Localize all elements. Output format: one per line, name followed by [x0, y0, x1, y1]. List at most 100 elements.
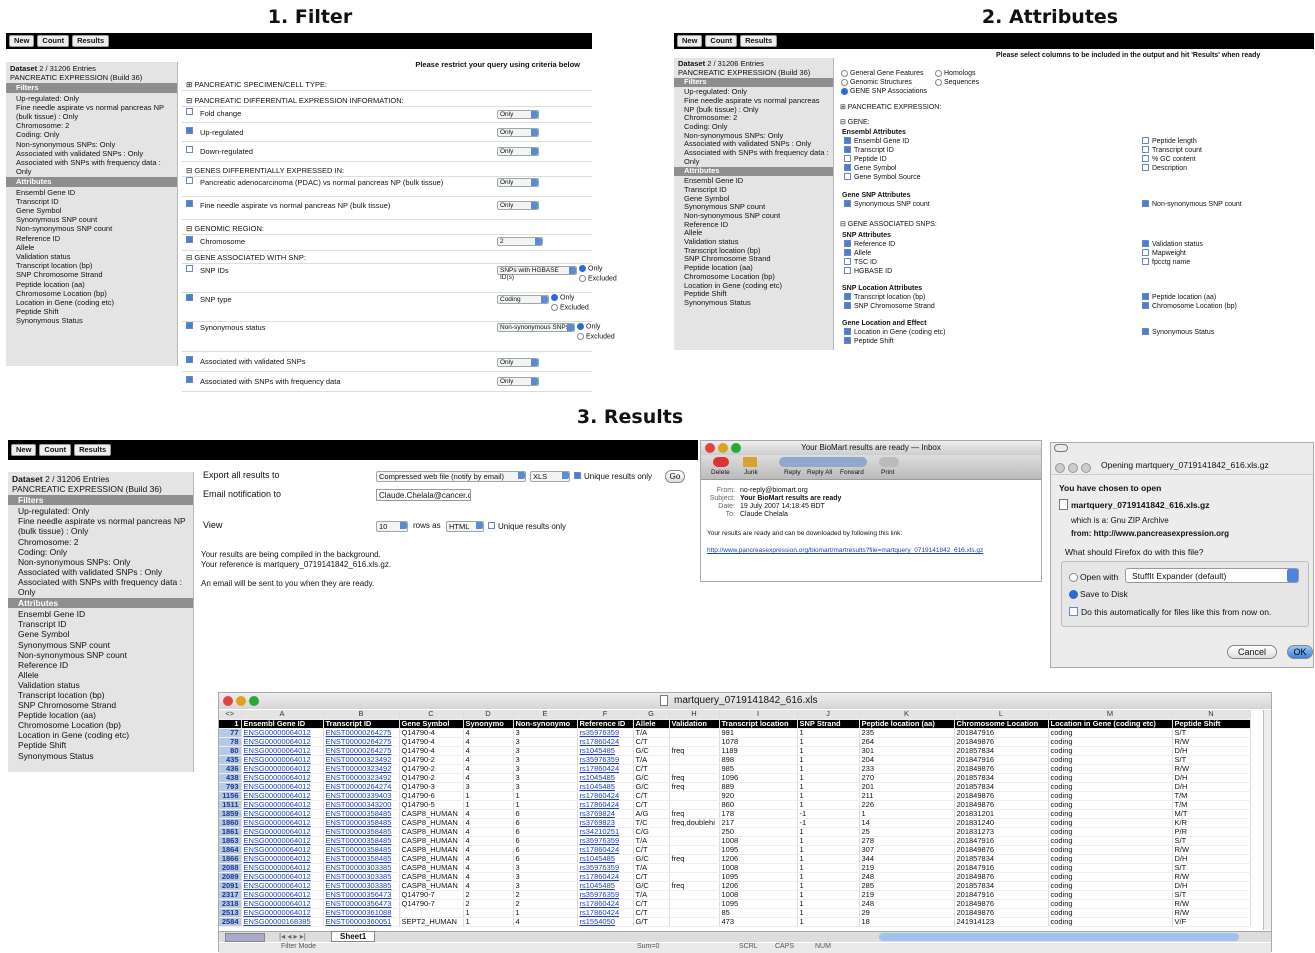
table-cell[interactable]: 248 — [859, 899, 955, 909]
spreadsheet-table[interactable]: <> A B C D E F G H I J K L M N 1 Ensembl Gene ID Transcri… — [219, 710, 1251, 927]
snp-ids-excluded-radio[interactable]: Excluded — [579, 275, 617, 282]
table-cell[interactable]: M/T — [1172, 809, 1251, 819]
zoom-icon[interactable] — [249, 696, 259, 706]
section-pancreatic-expression[interactable]: ⊞ PANCREATIC EXPRESSION: — [840, 103, 941, 112]
sidebar-attr-item[interactable]: Chromosome Location (bp) — [12, 720, 189, 730]
table-cell[interactable]: 4 — [463, 818, 514, 828]
table-cell[interactable]: 2 — [463, 890, 514, 900]
table-cell[interactable]: 6 — [513, 809, 578, 819]
table-cell[interactable]: 3 — [513, 764, 578, 774]
down-regulated-checkbox[interactable] — [186, 146, 193, 153]
table-cell[interactable]: freq,doublehi — [669, 818, 720, 828]
sheet-tab[interactable]: Sheet1 — [331, 931, 376, 942]
sidebar-attr-item[interactable]: Chromosome Location (bp) — [10, 289, 173, 298]
down-regulated-select[interactable]: Only — [497, 147, 539, 156]
row-number[interactable]: 1861 — [219, 827, 242, 837]
column-letter[interactable]: C — [399, 710, 464, 720]
sidebar-attr-item[interactable]: Synonymous SNP count — [12, 640, 189, 650]
attr-peptide-location[interactable]: Peptide location (aa) — [1142, 292, 1216, 302]
table-cell[interactable]: K/R — [1172, 818, 1251, 828]
table-cell[interactable]: G/C — [633, 881, 670, 891]
validated-checkbox[interactable] — [186, 356, 193, 363]
table-cell[interactable]: 1008 — [719, 863, 798, 873]
table-cell[interactable]: ENST00000358485 — [323, 818, 400, 828]
table-cell[interactable]: G/C — [633, 854, 670, 864]
sidebar-filter-item[interactable]: Associated with SNPs with frequency data… — [12, 577, 189, 597]
attr-chrom-location[interactable]: Chromosome Location (bp) — [1142, 301, 1237, 311]
sidebar-filter-item[interactable]: Coding: Only — [10, 130, 173, 139]
sidebar-attr-item[interactable]: Transcript location (bp) — [10, 261, 173, 270]
attr-hgbase-id[interactable]: HGBASE ID — [844, 266, 892, 276]
table-cell[interactable] — [669, 917, 720, 927]
zoom-icon[interactable] — [1081, 463, 1091, 473]
table-cell[interactable]: 3 — [513, 755, 578, 765]
row-number[interactable]: 438 — [219, 773, 242, 783]
table-cell[interactable]: D/H — [1172, 746, 1251, 756]
freq-select[interactable]: Only — [497, 377, 539, 386]
sidebar-attr-item[interactable]: Location in Gene (coding etc) — [12, 730, 189, 740]
table-cell[interactable]: coding — [1048, 791, 1173, 801]
snp-type-checkbox[interactable] — [186, 294, 193, 301]
table-cell[interactable]: 344 — [859, 854, 955, 864]
attr-synonymous-status[interactable]: Synonymous Status — [1142, 327, 1214, 337]
attr-validation-status[interactable]: Validation status — [1142, 239, 1203, 249]
sidebar-attr-item[interactable]: Peptide location (aa) — [10, 280, 173, 289]
table-cell[interactable]: ENST00000303385 — [323, 863, 400, 873]
column-letter[interactable]: L — [954, 710, 1049, 720]
table-cell[interactable]: R/W — [1172, 908, 1251, 918]
table-cell[interactable]: 29 — [859, 908, 955, 918]
cancel-button[interactable]: Cancel — [1227, 645, 1277, 659]
table-cell[interactable]: 6 — [513, 854, 578, 864]
table-cell[interactable]: G/C — [633, 782, 670, 792]
table-cell[interactable]: R/W — [1172, 737, 1251, 747]
sidebar-filter-item[interactable]: Fine needle aspirate vs normal pancreas … — [10, 103, 173, 121]
table-cell[interactable]: ENST00000358485 — [323, 845, 400, 855]
table-cell[interactable]: Q14790-2 — [399, 755, 464, 765]
app-select-arrow-icon[interactable] — [1287, 569, 1298, 582]
row-number[interactable]: 1864 — [219, 845, 242, 855]
table-cell[interactable]: Q14790-7 — [399, 890, 464, 900]
column-letter[interactable]: F — [577, 710, 634, 720]
table-cell[interactable]: coding — [1048, 728, 1173, 738]
table-cell[interactable]: 860 — [719, 800, 798, 810]
attr-peptide-shift[interactable]: Peptide Shift — [844, 336, 894, 346]
table-cell[interactable]: 6 — [513, 845, 578, 855]
table-cell[interactable]: 201849876 — [954, 899, 1049, 909]
table-cell[interactable]: 201847916 — [954, 836, 1049, 846]
sidebar-filter-item[interactable]: Associated with SNPs with frequency data… — [10, 158, 173, 176]
attr-snp-chrom-strand[interactable]: SNP Chromosome Strand — [844, 301, 935, 311]
open-with-radio[interactable]: Open with — [1069, 572, 1118, 583]
table-cell[interactable]: coding — [1048, 782, 1173, 792]
minimize-icon[interactable] — [1068, 463, 1078, 473]
table-cell[interactable]: ENST00000358485 — [323, 836, 400, 846]
table-cell[interactable]: 1 — [797, 728, 860, 738]
table-cell[interactable]: 201849876 — [954, 791, 1049, 801]
count-button[interactable]: Count — [39, 444, 72, 456]
column-header[interactable]: Location in Gene (coding etc) — [1048, 719, 1173, 729]
results-button[interactable]: Results — [740, 35, 778, 47]
sidebar-filter-item[interactable]: Non-synonymous SNPs: Only — [10, 140, 173, 149]
column-letter[interactable]: N — [1172, 710, 1251, 720]
table-cell[interactable]: 1 — [797, 854, 860, 864]
table-cell[interactable]: 201847916 — [954, 863, 1049, 873]
table-cell[interactable]: coding — [1048, 764, 1173, 774]
auto-checkbox[interactable]: Do this automatically for files like thi… — [1069, 607, 1271, 617]
table-cell[interactable]: rs35976359 — [577, 863, 634, 873]
table-cell[interactable]: 1008 — [719, 836, 798, 846]
minimize-icon[interactable] — [236, 696, 246, 706]
table-cell[interactable]: 233 — [859, 764, 955, 774]
sidebar-attr-item[interactable]: Ensembl Gene ID — [12, 609, 189, 619]
opt-structures-radio[interactable]: Genomic Structures — [841, 78, 912, 87]
sidebar-filter-item[interactable]: Associated with validated SNPs : Only — [10, 149, 173, 158]
table-cell[interactable]: 264 — [859, 737, 955, 747]
row-number[interactable]: 1859 — [219, 809, 242, 819]
table-cell[interactable]: T/A — [633, 755, 670, 765]
sidebar-filter-item[interactable]: Coding: Only — [12, 547, 189, 557]
table-cell[interactable]: T/M — [1172, 791, 1251, 801]
table-cell[interactable]: 3 — [513, 746, 578, 756]
table-cell[interactable]: 1 — [797, 899, 860, 909]
table-cell[interactable]: 201849876 — [954, 845, 1049, 855]
table-cell[interactable]: 278 — [859, 836, 955, 846]
table-cell[interactable]: 235 — [859, 728, 955, 738]
table-cell[interactable]: ENSG00000064012 — [241, 764, 324, 774]
